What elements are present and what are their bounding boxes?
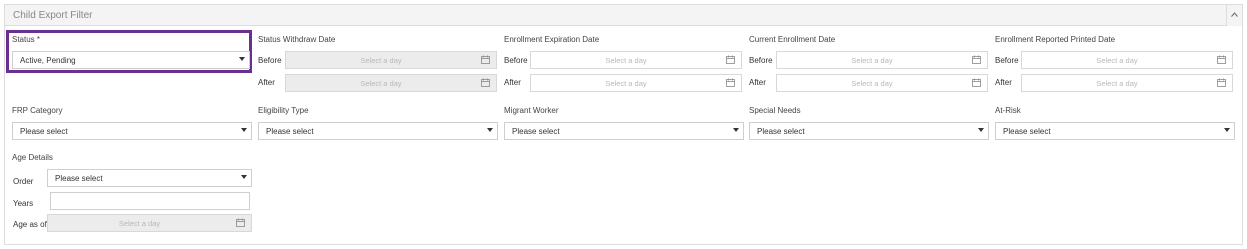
enrollment-expiration-after-date[interactable]: Select a day — [530, 74, 742, 92]
enrollment-expiration-before-date[interactable]: Select a day — [530, 51, 742, 69]
caret-down-icon — [241, 128, 247, 132]
calendar-icon[interactable] — [967, 52, 987, 68]
calendar-icon[interactable] — [476, 75, 496, 91]
calendar-icon[interactable] — [1212, 75, 1232, 91]
status-label: Status * — [12, 35, 41, 44]
status-withdraw-before-date[interactable]: Select a day — [285, 51, 497, 69]
frp-category-label: FRP Category — [12, 106, 63, 115]
after-label: After — [504, 78, 521, 87]
caret-down-icon — [241, 175, 247, 179]
current-enrollment-before-date[interactable]: Select a day — [776, 51, 988, 69]
calendar-icon[interactable] — [476, 52, 496, 68]
at-risk-select[interactable]: Please select — [995, 122, 1235, 140]
years-label: Years — [13, 199, 34, 208]
date-placeholder: Select a day — [118, 219, 161, 228]
age-as-of-label: Age as of — [13, 220, 47, 229]
calendar-icon[interactable] — [231, 215, 251, 231]
enrollment-reported-printed-date-label: Enrollment Reported Printed Date — [995, 35, 1116, 44]
migrant-worker-select[interactable]: Please select — [504, 122, 744, 140]
caret-down-icon — [239, 57, 245, 61]
caret-down-icon — [487, 128, 493, 132]
after-label: After — [749, 78, 766, 87]
date-placeholder: Select a day — [605, 79, 647, 88]
age-details-label: Age Details — [12, 153, 53, 162]
select-value: Please select — [1003, 127, 1051, 136]
date-placeholder: Select a day — [1096, 79, 1138, 88]
migrant-worker-label: Migrant Worker — [504, 106, 559, 115]
date-placeholder: Select a day — [851, 79, 893, 88]
age-as-of-date[interactable]: Select a day — [47, 214, 252, 232]
status-withdraw-date-label: Status Withdraw Date — [258, 35, 336, 44]
status-value: Active, Pending — [20, 56, 76, 65]
date-placeholder: Select a day — [1096, 56, 1138, 65]
date-placeholder: Select a day — [851, 56, 893, 65]
chevron-up-icon — [1231, 12, 1238, 17]
eligibility-type-select[interactable]: Please select — [258, 122, 498, 140]
panel-header: Child Export Filter — [5, 5, 1242, 26]
date-placeholder: Select a day — [605, 56, 647, 65]
caret-down-icon — [978, 128, 984, 132]
after-label: After — [258, 78, 275, 87]
special-needs-select[interactable]: Please select — [749, 122, 989, 140]
after-label: After — [995, 78, 1012, 87]
at-risk-label: At-Risk — [995, 106, 1021, 115]
enrollment-expiration-date-label: Enrollment Expiration Date — [504, 35, 600, 44]
status-select[interactable]: Active, Pending — [12, 51, 250, 69]
select-value: Please select — [20, 127, 68, 136]
calendar-icon[interactable] — [1212, 52, 1232, 68]
before-label: Before — [995, 56, 1019, 65]
calendar-icon[interactable] — [721, 52, 741, 68]
date-placeholder: Select a day — [360, 56, 402, 65]
calendar-icon[interactable] — [967, 75, 987, 91]
order-select[interactable]: Please select — [47, 169, 252, 187]
before-label: Before — [504, 56, 528, 65]
status-withdraw-after-date[interactable]: Select a day — [285, 74, 497, 92]
current-enrollment-after-date[interactable]: Select a day — [776, 74, 988, 92]
before-label: Before — [258, 56, 282, 65]
before-label: Before — [749, 56, 773, 65]
select-value: Please select — [757, 127, 805, 136]
order-label: Order — [13, 177, 34, 186]
select-value: Please select — [266, 127, 314, 136]
caret-down-icon — [733, 128, 739, 132]
current-enrollment-date-label: Current Enrollment Date — [749, 35, 836, 44]
panel-title: Child Export Filter — [13, 10, 93, 21]
eligibility-type-label: Eligibility Type — [258, 106, 309, 115]
date-placeholder: Select a day — [360, 79, 402, 88]
caret-down-icon — [1224, 128, 1230, 132]
enrollment-reported-printed-after-date[interactable]: Select a day — [1021, 74, 1233, 92]
select-value: Please select — [512, 127, 560, 136]
special-needs-label: Special Needs — [749, 106, 801, 115]
enrollment-reported-printed-before-date[interactable]: Select a day — [1021, 51, 1233, 69]
order-value: Please select — [55, 174, 103, 183]
frp-category-select[interactable]: Please select — [12, 122, 252, 140]
years-input[interactable] — [50, 192, 250, 210]
collapse-button[interactable] — [1226, 5, 1242, 26]
calendar-icon[interactable] — [721, 75, 741, 91]
